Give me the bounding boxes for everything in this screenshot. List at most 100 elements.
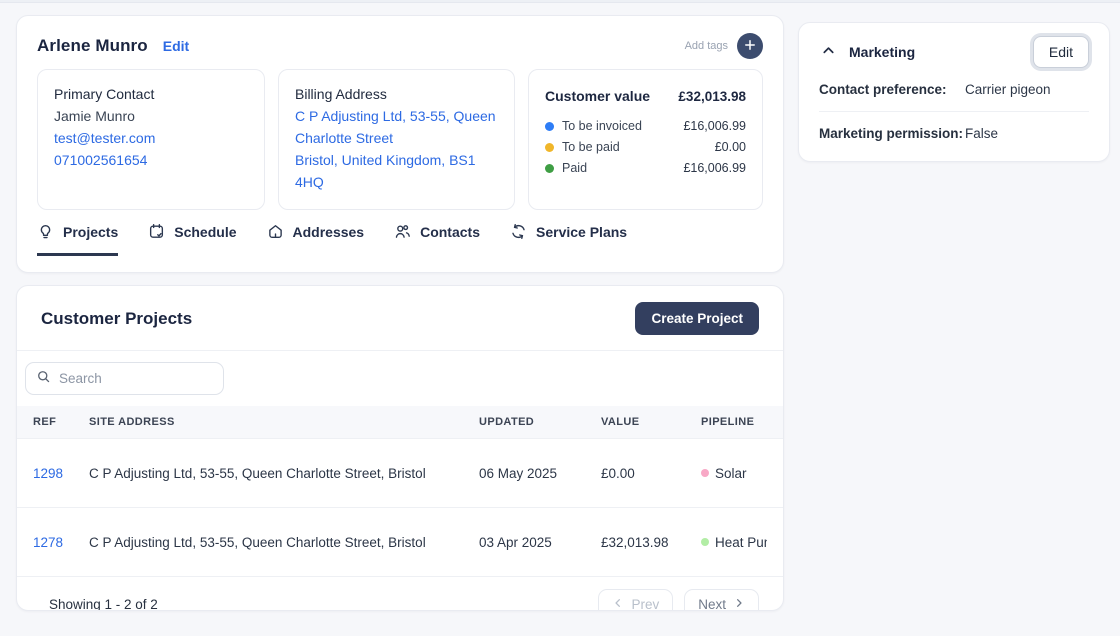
cell-site-address: C P Adjusting Ltd, 53-55, Queen Charlott…: [89, 466, 479, 481]
primary-contact-email-link[interactable]: test@tester.com: [54, 127, 248, 149]
pipeline-dot-icon: [701, 538, 709, 546]
blue-dot-icon: [545, 122, 554, 131]
primary-contact-name: Jamie Munro: [54, 105, 248, 127]
tab-schedule[interactable]: Schedule: [148, 223, 236, 256]
pipeline-label: Heat Pump: [715, 535, 767, 550]
lightbulb-icon: [37, 223, 54, 240]
next-label: Next: [698, 597, 726, 611]
marketing-field-contact-preference: Contact preference: Carrier pigeon: [819, 68, 1089, 112]
green-dot-icon: [545, 164, 554, 173]
people-icon: [394, 223, 411, 240]
cell-site-address: C P Adjusting Ltd, 53-55, Queen Charlott…: [89, 535, 479, 550]
customer-projects-card: Customer Projects Create Project REF SIT…: [16, 285, 784, 611]
tab-label: Projects: [63, 224, 118, 240]
pagination-controls: Prev Next: [598, 589, 759, 611]
prev-page-button[interactable]: Prev: [598, 589, 673, 611]
value-row-paid: Paid £16,006.99: [545, 158, 746, 179]
calendar-icon: [148, 223, 165, 240]
marketing-field-marketing-permission: Marketing permission: False: [819, 112, 1089, 155]
tab-label: Contacts: [420, 224, 480, 240]
field-value: Carrier pigeon: [965, 82, 1089, 97]
column-header-site-address: SITE ADDRESS: [89, 416, 479, 428]
field-value: False: [965, 126, 1089, 141]
projects-search-row: [17, 351, 783, 406]
next-page-button[interactable]: Next: [684, 589, 759, 611]
primary-contact-phone-link[interactable]: 071002561654: [54, 149, 248, 171]
summary-subcards: Primary Contact Jamie Munro test@tester.…: [17, 69, 783, 210]
column-header-pipeline: PIPELINE: [701, 416, 767, 428]
column-header-ref: REF: [33, 416, 89, 428]
field-label: Marketing permission:: [819, 126, 965, 141]
billing-address-card: Billing Address C P Adjusting Ltd, 53-55…: [278, 69, 515, 210]
pipeline-dot-icon: [701, 469, 709, 477]
value-row-to-be-paid: To be paid £0.00: [545, 137, 746, 158]
search-icon: [36, 369, 51, 389]
create-project-button[interactable]: Create Project: [635, 302, 759, 335]
customer-value-total: £32,013.98: [678, 86, 746, 108]
cell-value: £32,013.98: [601, 535, 701, 550]
projects-title: Customer Projects: [41, 309, 192, 329]
home-icon: [267, 223, 284, 240]
field-label: Contact preference:: [819, 82, 965, 97]
value-row-amount: £16,006.99: [683, 116, 746, 137]
cell-pipeline: Solar: [701, 466, 767, 481]
value-row-label: Paid: [562, 158, 587, 179]
billing-address-title: Billing Address: [295, 83, 498, 105]
customer-header-row: Arlene Munro Edit Add tags: [17, 16, 783, 69]
primary-contact-card: Primary Contact Jamie Munro test@tester.…: [37, 69, 265, 210]
table-row[interactable]: 1298 C P Adjusting Ltd, 53-55, Queen Cha…: [17, 439, 783, 508]
customer-edit-link[interactable]: Edit: [163, 38, 189, 54]
chevron-left-icon: [612, 597, 624, 611]
value-row-label: To be paid: [562, 137, 620, 158]
customer-name: Arlene Munro: [37, 36, 148, 56]
tab-label: Schedule: [174, 224, 236, 240]
billing-address-link-line1[interactable]: C P Adjusting Ltd, 53-55, Queen Charlott…: [295, 105, 498, 149]
tab-contacts[interactable]: Contacts: [394, 223, 480, 256]
column-header-updated: UPDATED: [479, 416, 601, 428]
prev-label: Prev: [631, 597, 659, 611]
page-content: Arlene Munro Edit Add tags Primary Conta…: [0, 3, 1120, 611]
marketing-card: Marketing Edit Contact preference: Carri…: [798, 22, 1110, 162]
add-tags-label: Add tags: [685, 40, 728, 52]
right-sidebar: Marketing Edit Contact preference: Carri…: [798, 15, 1110, 611]
billing-address-link-line2[interactable]: Bristol, United Kingdom, BS1 4HQ: [295, 149, 498, 193]
collapse-section-button[interactable]: [819, 41, 838, 63]
marketing-edit-button[interactable]: Edit: [1033, 36, 1089, 68]
cell-pipeline: Heat Pump: [701, 535, 767, 550]
primary-contact-title: Primary Contact: [54, 83, 248, 105]
table-row[interactable]: 1278 C P Adjusting Ltd, 53-55, Queen Cha…: [17, 508, 783, 577]
search-input[interactable]: [59, 371, 213, 386]
column-header-value: VALUE: [601, 416, 701, 428]
add-tag-button[interactable]: [737, 33, 763, 59]
marketing-header-row: Marketing Edit: [819, 36, 1089, 68]
tab-label: Addresses: [293, 224, 365, 240]
cell-updated: 06 May 2025: [479, 466, 601, 481]
service-cycle-icon: [510, 223, 527, 240]
projects-header-row: Customer Projects Create Project: [17, 286, 783, 351]
yellow-dot-icon: [545, 143, 554, 152]
chevron-up-icon: [821, 43, 836, 61]
customer-value-header: Customer value £32,013.98: [545, 85, 746, 108]
tab-addresses[interactable]: Addresses: [267, 223, 365, 256]
pagination-summary: Showing 1 - 2 of 2: [49, 597, 158, 611]
cell-value: £0.00: [601, 466, 701, 481]
customer-value-card: Customer value £32,013.98 To be invoiced…: [528, 69, 763, 210]
value-row-amount: £0.00: [715, 137, 746, 158]
project-search-box[interactable]: [25, 362, 224, 395]
plus-icon: [743, 38, 757, 55]
value-row-amount: £16,006.99: [683, 158, 746, 179]
pipeline-label: Solar: [715, 466, 747, 481]
value-row-label: To be invoiced: [562, 116, 642, 137]
tab-label: Service Plans: [536, 224, 627, 240]
customer-value-title: Customer value: [545, 85, 650, 107]
cell-updated: 03 Apr 2025: [479, 535, 601, 550]
projects-footer: Showing 1 - 2 of 2 Prev Next: [17, 577, 783, 611]
tab-service-plans[interactable]: Service Plans: [510, 223, 627, 256]
customer-tabs: Projects Schedule Addresses: [17, 210, 783, 256]
projects-table-header: REF SITE ADDRESS UPDATED VALUE PIPELINE: [17, 406, 783, 439]
value-row-to-be-invoiced: To be invoiced £16,006.99: [545, 116, 746, 137]
tab-projects[interactable]: Projects: [37, 223, 118, 256]
project-ref-link[interactable]: 1278: [33, 535, 89, 550]
marketing-title: Marketing: [849, 44, 915, 60]
project-ref-link[interactable]: 1298: [33, 466, 89, 481]
